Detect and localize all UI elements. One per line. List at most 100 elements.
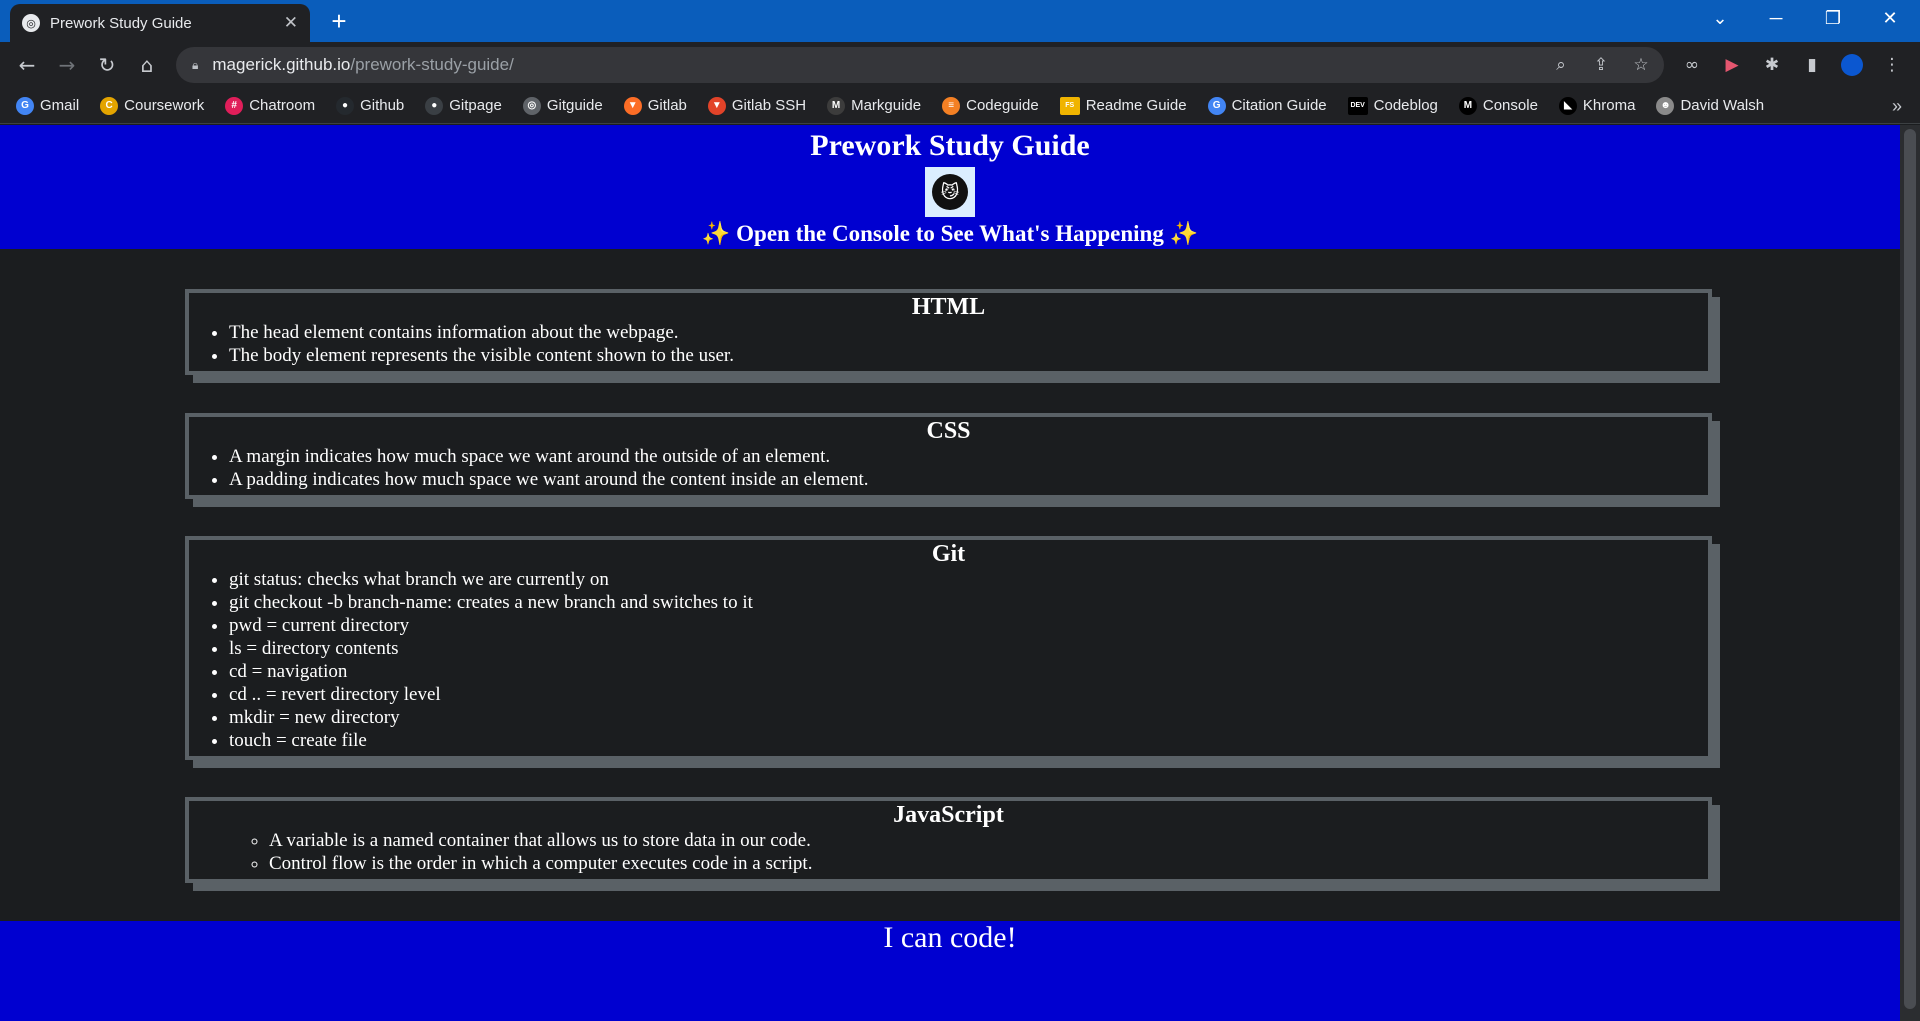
stackoverflow-icon: ≡ [942,96,961,115]
minimize-button[interactable]: ─ [1756,0,1796,36]
browser-toolbar: ← → ↻ ⌂ 🔒︎ magerick.github.io/prework-st… [0,42,1920,88]
bookmark-label: Console [1482,97,1538,114]
bookmark-item[interactable]: ● Github [336,96,405,115]
bookmark-item[interactable]: ▼ Gitlab [623,96,687,115]
list-item: A variable is a named container that all… [269,829,1708,852]
bookmark-item[interactable]: ≡ Codeguide [942,96,1039,115]
gitlab-icon: ▼ [707,96,726,115]
reload-icon[interactable]: ↻ [92,50,122,80]
page-footer: I can code! [0,921,1900,1021]
bookmark-item[interactable]: ☻ David Walsh [1656,96,1765,115]
footer-text: I can code! [883,921,1017,954]
bookmark-label: Gitlab [647,97,687,114]
bookmark-label: Gitpage [449,97,502,114]
section-list: git status: checks what branch we are cu… [189,568,1708,752]
console-hint: ✨ Open the Console to See What's Happeni… [701,221,1199,246]
zoom-icon[interactable]: ⌕ [1546,47,1576,83]
section-list: A margin indicates how much space we wan… [189,445,1708,491]
page-viewport: Prework Study Guide 😼︎ ✨ Open the Consol… [0,125,1900,1021]
fs-icon: FS [1059,96,1080,115]
github-icon: ● [425,96,444,115]
list-item: The head element contains information ab… [229,321,1708,344]
bookmark-label: Citation Guide [1231,97,1327,114]
console-icon: M [1458,96,1477,115]
bookmark-item[interactable]: ◎ Gitguide [522,96,603,115]
close-window-button[interactable]: ✕ [1870,0,1910,36]
close-tab-icon[interactable]: ✕ [284,13,298,33]
extension-glasses-icon[interactable]: ∞ [1677,50,1707,80]
list-item: mkdir = new directory [229,706,1708,729]
back-icon[interactable]: ← [12,50,42,80]
slack-icon: # [225,96,244,115]
share-icon[interactable]: ⇪ [1586,47,1616,83]
gitlab-icon: ▼ [623,96,642,115]
url-host: magerick.github.io [212,55,351,74]
bookmark-label: Github [360,97,405,114]
list-item: git status: checks what branch we are cu… [229,568,1708,591]
list-item: A margin indicates how much space we wan… [229,445,1708,468]
globe-icon: ◎ [22,14,40,32]
bookmark-item[interactable]: ● Gitpage [425,96,502,115]
bookmark-label: David Walsh [1680,97,1765,114]
section-heading: CSS [926,418,971,444]
browser-tab[interactable]: ◎ Prework Study Guide ✕ [10,4,310,42]
section-git: Git git status: checks what branch we ar… [185,536,1712,760]
globe-icon: ◎ [522,96,541,115]
url-path: /prework-study-guide/ [350,55,514,74]
bookmark-item[interactable]: # Chatroom [225,96,315,115]
section-javascript: JavaScript A variable is a named contain… [185,797,1712,883]
side-panel-icon[interactable]: ▮ [1797,50,1827,80]
forward-icon[interactable]: → [52,50,82,80]
section-heading: Git [931,541,966,567]
vertical-scrollbar[interactable] [1900,125,1920,1021]
list-item: touch = create file [229,729,1708,752]
markdown-icon: M [827,96,846,115]
section-list: The head element contains information ab… [189,321,1708,367]
menu-kebab-icon[interactable]: ⋮ [1877,50,1907,80]
github-icon: ● [336,96,355,115]
bookmark-item[interactable]: C Coursework [100,96,205,115]
bookmarks-overflow-icon[interactable]: » [1892,88,1902,124]
bookmark-star-icon[interactable]: ☆ [1626,47,1656,83]
restore-button[interactable]: ❐ [1813,0,1853,36]
bookmark-item[interactable]: ▼ Gitlab SSH [707,96,807,115]
list-item: cd .. = revert directory level [229,683,1708,706]
bookmark-item[interactable]: M Console [1458,96,1538,115]
bookmark-label: Khroma [1582,97,1636,114]
bookmark-label: Gitlab SSH [731,97,807,114]
bookmark-item[interactable]: DEV Codeblog [1347,96,1438,115]
bookmarks-bar: G Gmail C Coursework # Chatroom ● Github ● Gitpag… [0,88,1920,124]
new-tab-button[interactable]: + [325,8,353,36]
tab-search-icon[interactable]: ⌄ [1700,0,1740,36]
bookmark-item[interactable]: G Citation Guide [1207,96,1327,115]
lock-icon: 🔒︎ [192,57,199,72]
bookmark-item[interactable]: M Markguide [827,96,921,115]
scrollbar-thumb[interactable] [1904,129,1916,1009]
bookmark-label: Gitguide [546,97,603,114]
list-item: git checkout -b branch-name: creates a n… [229,591,1708,614]
section-css: CSS A margin indicates how much space we… [185,413,1712,499]
bookmark-label: Gmail [40,97,80,114]
page-header: Prework Study Guide 😼︎ ✨ Open the Consol… [0,125,1900,249]
extensions-puzzle-icon[interactable]: ✱ [1757,50,1787,80]
extension-video-icon[interactable]: ▶ [1717,50,1747,80]
profile-avatar[interactable] [1837,50,1867,80]
section-list: A variable is a named container that all… [189,829,1708,875]
bookmark-item[interactable]: FS Readme Guide [1059,96,1187,115]
home-icon[interactable]: ⌂ [132,50,162,80]
bookmark-label: Codeblog [1373,97,1438,114]
google-icon: G [1207,96,1226,115]
address-bar[interactable]: 🔒︎ magerick.github.io/prework-study-guid… [176,47,1664,83]
list-item: ls = directory contents [229,637,1708,660]
page-title: Prework Study Guide [810,129,1090,162]
list-item: The body element represents the visible … [229,344,1708,367]
section-heading: HTML [911,294,986,320]
list-item: A padding indicates how much space we wa… [229,468,1708,491]
coursework-icon: C [100,96,119,115]
bookmark-item[interactable]: ◣ Khroma [1558,96,1636,115]
bookmark-label: Coursework [124,97,205,114]
bookmark-item[interactable]: G Gmail [16,96,80,115]
browser-titlebar: ◎ Prework Study Guide ✕ + ⌄ ─ ❐ ✕ [0,0,1920,42]
list-item: Control flow is the order in which a com… [269,852,1708,875]
bookmark-label: Codeguide [966,97,1039,114]
